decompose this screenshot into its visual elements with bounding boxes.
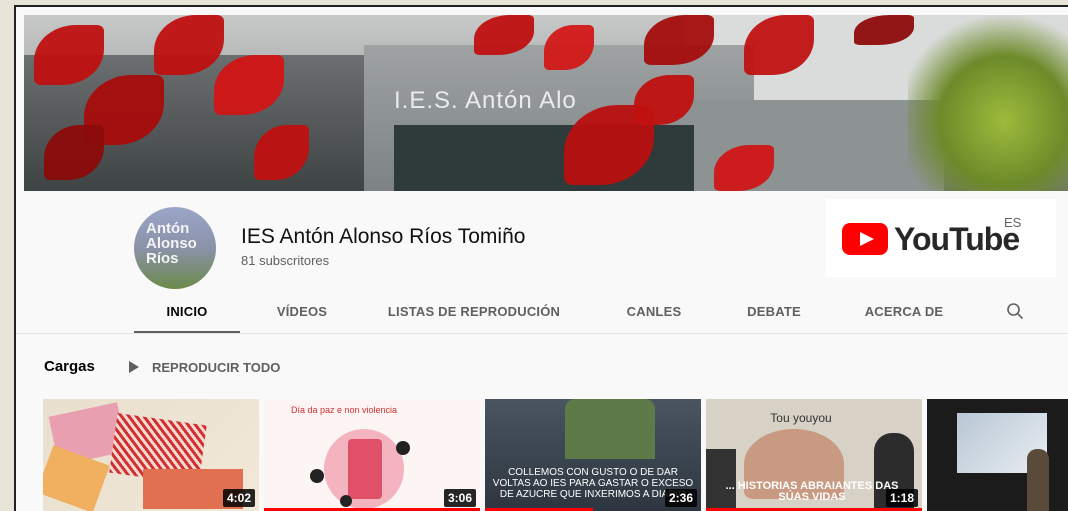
social-icon	[396, 441, 410, 455]
tab-videos[interactable]: VÍDEOS	[262, 297, 342, 333]
channel-page: I.E.S. Antón Alo Antón Alonso Ríos IES A…	[16, 7, 1068, 511]
video-duration: 4:02	[222, 489, 255, 507]
video-duration: 3:06	[443, 489, 476, 507]
video-thumbnail[interactable]	[927, 399, 1068, 511]
phone-illustration	[348, 439, 382, 499]
tab-playlists[interactable]: LISTAS DE REPRODUCIÓN	[384, 297, 564, 333]
youtube-logo: YouTube ES	[826, 199, 1056, 277]
play-icon	[129, 361, 139, 373]
video-thumbnail[interactable]: Tou youyou ... HISTORIAS ABRAIANTES DAS …	[706, 399, 922, 511]
channel-name: IES Antón Alonso Ríos Tomiño	[241, 225, 526, 248]
avatar-text-line: Ríos	[146, 250, 179, 267]
video-top-caption: Tou youyou	[770, 411, 832, 425]
channel-avatar[interactable]: Antón Alonso Ríos	[134, 207, 216, 289]
thumb-person	[565, 399, 655, 459]
tab-about[interactable]: ACERCA DE	[849, 297, 959, 333]
video-duration: 2:36	[664, 489, 697, 507]
video-duration: 1:18	[885, 489, 918, 507]
video-thumbnail[interactable]: 4:02	[43, 399, 259, 511]
video-caption: ... HISTORIAS ABRAIANTES DAS SÚAS VIDAS	[725, 480, 899, 503]
tab-debate[interactable]: DEBATE	[734, 297, 814, 333]
screenshot-frame: I.E.S. Antón Alo Antón Alonso Ríos IES A…	[14, 5, 1068, 511]
avatar-text: Antón Alonso Ríos	[146, 221, 197, 266]
social-icon	[310, 469, 324, 483]
avatar-text-line: Antón	[146, 220, 190, 237]
tabs-divider	[16, 333, 1068, 334]
play-all-label: REPRODUCIR TODO	[152, 359, 281, 375]
thumb-person	[1027, 449, 1049, 511]
search-icon[interactable]	[1006, 302, 1024, 320]
channel-tabs: INICIO VÍDEOS LISTAS DE REPRODUCIÓN CANL…	[134, 297, 1034, 333]
youtube-wordmark: YouTube	[894, 221, 1020, 257]
video-thumbnail[interactable]: Día da paz e non violencia 3:06	[264, 399, 480, 511]
youtube-play-icon	[842, 223, 888, 255]
channel-banner: I.E.S. Antón Alo	[24, 15, 1068, 191]
avatar-text-line: Alonso	[146, 235, 197, 252]
social-icon	[340, 495, 352, 507]
subscriber-count: 81 subscritores	[241, 253, 330, 268]
shelf-title[interactable]: Cargas	[44, 358, 95, 375]
banner-school-sign: I.E.S. Antón Alo	[394, 87, 577, 114]
banner-green-tree	[908, 15, 1068, 191]
video-thumbnail[interactable]: COLLEMOS CON GUSTO O DE DAR VOLTAS AO IE…	[485, 399, 701, 511]
video-caption: Día da paz e non violencia	[290, 405, 398, 415]
play-all-button[interactable]: REPRODUCIR TODO	[128, 358, 280, 376]
tab-channels[interactable]: CANLES	[619, 297, 689, 333]
youtube-region-code: ES	[1004, 215, 1022, 230]
tab-inicio[interactable]: INICIO	[134, 297, 240, 333]
